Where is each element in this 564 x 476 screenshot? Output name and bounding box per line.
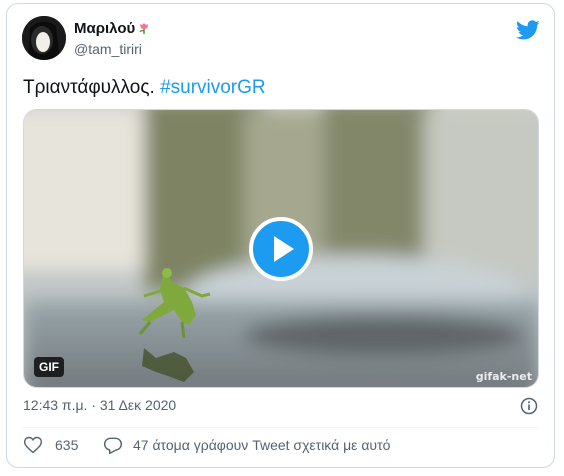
tweet-text: Τριαντάφυλλος. #survivorGR [23, 77, 266, 99]
gif-badge: GIF [34, 357, 64, 377]
tweet-card: Μαριλού @tam_tiriri Τριαντάφυλλος. #surv… [6, 3, 555, 468]
gif-watermark: gifak-net [475, 370, 532, 383]
info-icon[interactable] [520, 397, 538, 415]
reply-text: 47 άτομα γράφουν Tweet σχετικά με αυτό [133, 437, 391, 453]
heart-icon [23, 436, 43, 454]
hashtag-link[interactable]: #survivorGR [160, 77, 266, 98]
twitter-bird-icon[interactable] [516, 18, 540, 42]
reply-button[interactable]: 47 άτομα γράφουν Tweet σχετικά με αυτό [103, 435, 390, 455]
play-icon [274, 236, 294, 262]
display-name[interactable]: Μαριλού [74, 20, 151, 37]
reply-icon [103, 437, 123, 455]
user-handle[interactable]: @tam_tiriri [74, 41, 142, 57]
avatar[interactable] [22, 16, 66, 60]
rose-icon [139, 23, 149, 34]
divider [23, 427, 538, 428]
tweet-text-body: Τριαντάφυλλος. [23, 77, 155, 98]
like-button[interactable]: 635 [23, 435, 78, 455]
tweet-timestamp[interactable]: 12:43 π.μ. · 31 Δεκ 2020 [23, 397, 176, 413]
display-name-text: Μαριλού [74, 20, 136, 37]
like-count: 635 [55, 437, 79, 453]
gif-media[interactable]: GIF gifak-net [23, 109, 539, 388]
play-button[interactable] [249, 217, 313, 281]
